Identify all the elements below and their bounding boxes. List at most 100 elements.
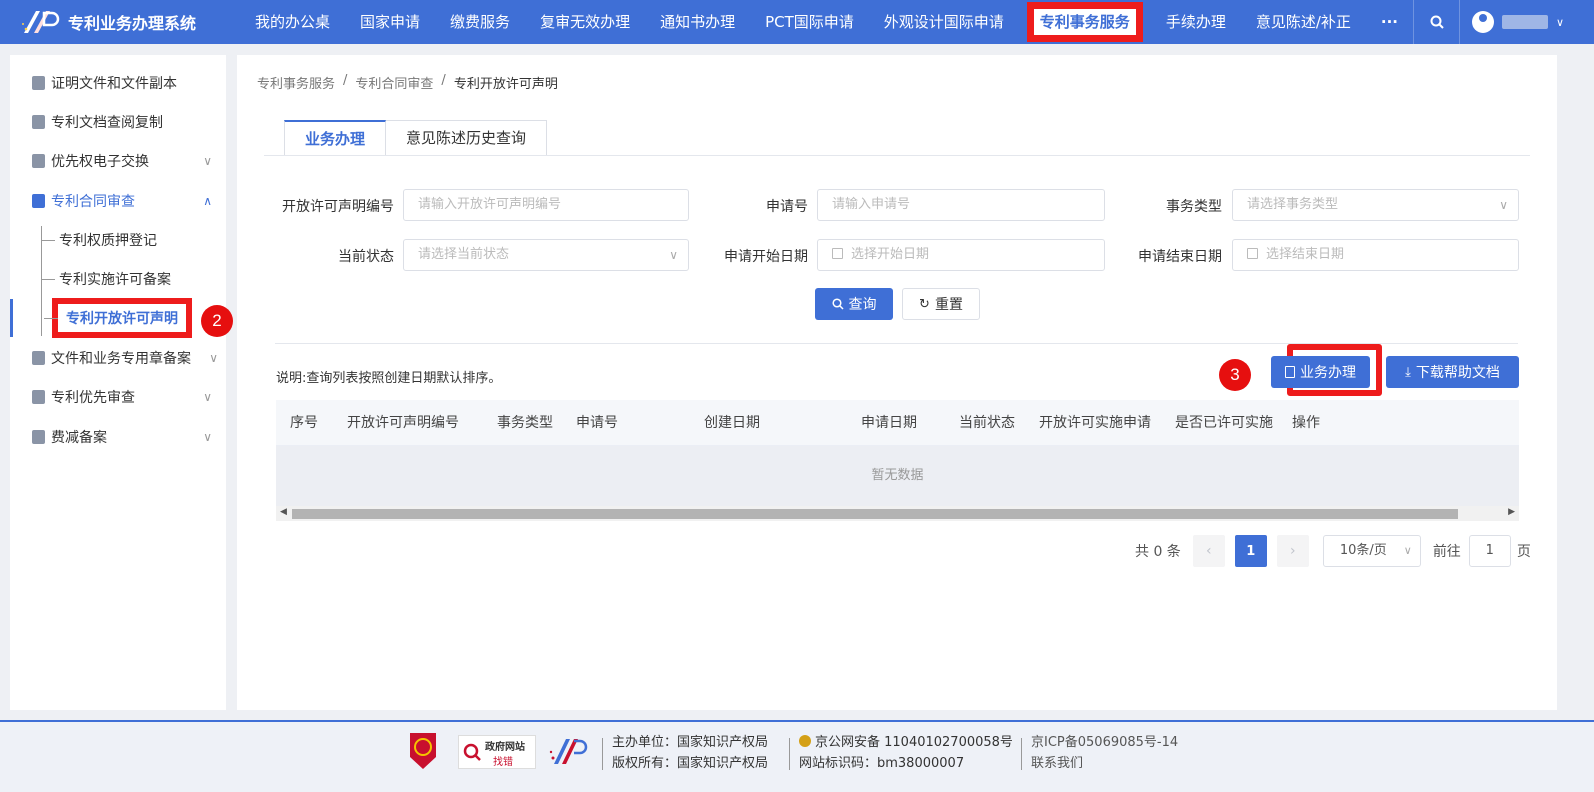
prev-page-button[interactable]: ‹ (1192, 535, 1225, 567)
breadcrumb-patent-affairs[interactable]: 专利事务服务 (257, 73, 335, 92)
scroll-left-icon[interactable]: ◀ (280, 507, 287, 517)
footer-icp-info: 京ICP备05069085号-14 联系我们 (1031, 732, 1178, 774)
sidebar-sub-pledge-registration[interactable]: 专利权质押登记 (10, 221, 226, 259)
horizontal-scrollbar[interactable]: ◀ ▶ (276, 506, 1519, 521)
table-header: 序号 开放许可声明编号 事务类型 申请号 创建日期 申请日期 当前状态 开放许可… (276, 400, 1519, 446)
app-no-input[interactable]: 请输入申请号 (817, 189, 1105, 221)
footer: 政府网站 找错 主办单位：国家知识产权局 版权所有：国家知识产权局 京公网安备 … (0, 720, 1594, 792)
end-date-placeholder: 选择结束日期 (1266, 247, 1345, 262)
nav-design-international[interactable]: 外观设计国际申请 (869, 0, 1019, 44)
nav-my-desk[interactable]: 我的办公桌 (240, 0, 345, 44)
nav-reexamination[interactable]: 复审无效办理 (525, 0, 645, 44)
sidebar-item-label: 费减备案 (51, 430, 107, 446)
scroll-right-icon[interactable]: ▶ (1508, 507, 1515, 517)
start-date-picker[interactable]: 选择开始日期 (817, 239, 1105, 271)
next-page-button[interactable]: › (1276, 535, 1309, 567)
nav-national-application[interactable]: 国家申请 (345, 0, 435, 44)
sidebar-item-priority-exchange[interactable]: 优先权电子交换 ∨ (10, 142, 226, 180)
sidebar-item-label: 专利文档查阅复制 (51, 115, 163, 131)
sidebar-item-label: 文件和业务专用章备案 (51, 351, 191, 367)
footer-contact-link[interactable]: 联系我们 (1031, 753, 1178, 774)
sidebar-item-certificates[interactable]: 证明文件和文件副本 (10, 64, 226, 102)
sidebar-item-fee-reduction[interactable]: 费减备案 ∨ (10, 418, 226, 456)
search-icon (1430, 15, 1444, 29)
nav-more-icon[interactable]: ··· (1366, 0, 1413, 44)
sidebar-item-contract-review[interactable]: 专利合同审查 ∧ (10, 182, 226, 220)
goto-page-input[interactable]: 1 (1468, 535, 1511, 567)
gov-site-line1: 政府网站 (485, 742, 525, 753)
priority-icon (32, 390, 45, 404)
shield-icon (32, 430, 45, 444)
sort-note: 说明:查询列表按照创建日期默认排序。 (276, 371, 502, 386)
page-size-select[interactable]: 10条/页 ∨ (1322, 535, 1421, 567)
open-license-no-input[interactable]: 请输入开放许可声明编号 (403, 189, 689, 221)
chevron-down-icon: ∨ (203, 154, 212, 168)
exchange-icon (32, 154, 45, 168)
status-placeholder: 请选择当前状态 (418, 247, 510, 262)
status-label: 当前状态 (338, 249, 394, 265)
footer-police-record[interactable]: 京公网安备 11040102700058号 (815, 735, 1013, 750)
cnipa-footer-logo (549, 739, 588, 764)
status-select[interactable]: 请选择当前状态 ∨ (403, 239, 689, 271)
breadcrumb-separator: / (343, 73, 348, 88)
calendar-icon (832, 248, 843, 259)
document-icon (32, 76, 45, 90)
tab-business-handling[interactable]: 业务办理 (284, 120, 387, 156)
footer-copyright: 版权所有：国家知识产权局 (612, 756, 769, 771)
footer-icp[interactable]: 京ICP备05069085号-14 (1031, 732, 1178, 753)
sidebar-item-seal-filing[interactable]: 文件和业务专用章备案 ∨ (10, 339, 226, 377)
file-icon (32, 115, 45, 129)
start-date-label: 申请开始日期 (724, 249, 808, 265)
business-handle-button[interactable]: 业务办理 (1271, 356, 1370, 388)
chevron-down-icon: ∨ (1499, 198, 1508, 212)
event-type-select[interactable]: 请选择事务类型 ∨ (1232, 189, 1519, 221)
breadcrumb: 专利事务服务 / 专利合同审查 / 专利开放许可声明 (257, 73, 558, 92)
footer-host-info: 主办单位：国家知识产权局 版权所有：国家知识产权局 (612, 732, 768, 774)
nav-notification[interactable]: 通知书办理 (645, 0, 750, 44)
gov-site-error-logo[interactable]: 政府网站 找错 (458, 735, 536, 769)
tab-opinion-history[interactable]: 意见陈述历史查询 (386, 120, 548, 156)
reset-label: 重置 (934, 297, 963, 313)
police-badge-icon (799, 735, 811, 747)
scrollbar-thumb[interactable] (292, 509, 1458, 519)
chevron-down-icon: ∨ (1556, 15, 1565, 29)
sidebar-item-priority-examination[interactable]: 专利优先审查 ∨ (10, 378, 226, 416)
chevron-down-icon: ∨ (203, 430, 212, 444)
nav-pct[interactable]: PCT国际申请 (750, 0, 869, 44)
tabs: 业务办理 意见陈述历史查询 (284, 120, 548, 156)
app-title: 专利业务办理系统 (68, 14, 197, 33)
chevron-up-icon: ∧ (203, 194, 212, 208)
goto-label: 前往 (1432, 544, 1461, 560)
cnipa-logo-icon (22, 11, 60, 33)
nav-fee-service[interactable]: 缴费服务 (435, 0, 525, 44)
avatar (1472, 11, 1494, 33)
sidebar-sub-open-license-statement[interactable]: 专利开放许可声明 (10, 298, 226, 338)
sidebar-sub-license-filing[interactable]: 专利实施许可备案 (10, 260, 226, 298)
sidebar-item-archive-copy[interactable]: 专利文档查阅复制 (10, 103, 226, 141)
chevron-down-icon: ∨ (1403, 544, 1412, 557)
page-1-button[interactable]: 1 (1234, 535, 1267, 567)
query-button[interactable]: 查询 (815, 288, 893, 320)
footer-host: 主办单位：国家知识产权局 (612, 735, 769, 750)
reset-button[interactable]: ↻ 重置 (902, 288, 980, 320)
chevron-down-icon: ∨ (209, 351, 218, 365)
sidebar: 证明文件和文件副本 专利文档查阅复制 优先权电子交换 ∨ 专利合同审查 ∧ 专利… (10, 55, 226, 710)
nav-opinion-statement[interactable]: 意见陈述/补正 (1241, 0, 1366, 44)
download-help-button[interactable]: ⤓ 下载帮助文档 (1386, 356, 1519, 388)
app-logo[interactable]: 专利业务办理系统 (0, 0, 240, 44)
breadcrumb-contract-review[interactable]: 专利合同审查 (355, 73, 433, 92)
query-label: 查询 (848, 297, 877, 313)
end-date-picker[interactable]: 选择结束日期 (1232, 239, 1519, 271)
footer-divider (789, 738, 790, 770)
user-menu[interactable]: ∨ (1459, 0, 1594, 44)
col-app-no: 申请号 (576, 415, 618, 431)
col-created-date: 创建日期 (704, 415, 760, 431)
refresh-icon: ↻ (919, 296, 930, 312)
col-event-type: 事务类型 (497, 415, 553, 431)
nav-procedures[interactable]: 手续办理 (1151, 0, 1241, 44)
nav-patent-affairs-service[interactable]: 专利事务服务 (1019, 0, 1151, 44)
sidebar-item-label: 优先权电子交换 (51, 154, 149, 170)
search-button[interactable] (1413, 0, 1459, 44)
breadcrumb-separator: / (441, 73, 446, 88)
table-empty-text: 暂无数据 (276, 446, 1519, 506)
